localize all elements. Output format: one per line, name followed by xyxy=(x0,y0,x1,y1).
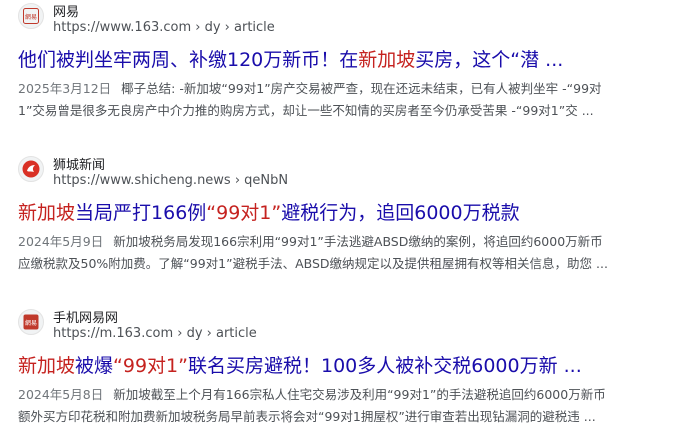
search-result: 網易 手机网易网 https://m.163.com › dy › articl… xyxy=(18,306,668,424)
title-segment: 买房，这个“潜 ... xyxy=(415,49,564,71)
site-name: 网易 xyxy=(53,5,80,20)
result-title-link[interactable]: 新加坡当局严打166例“99对1”避税行为，追回6000万税款 xyxy=(18,200,520,226)
title-segment: 联名买房避税！100多人被补交税6000万新 ... xyxy=(187,355,582,377)
site-url: https://www.shicheng.news › qeNbN xyxy=(53,173,289,188)
title-segment: 当局严打166例 xyxy=(75,202,207,224)
result-snippet: 2025年3月12日 椰子总结: -新加坡“99对1”房产交易被严查，现在还远未结… xyxy=(18,78,668,122)
title-segment: 他们被判坐牢两周、补缴120万新币！在 xyxy=(18,49,359,71)
result-date: 2025年3月12日 xyxy=(18,81,112,96)
result-source[interactable]: 網易 网易 https://www.163.com › dy › article xyxy=(18,0,668,40)
title-segment: 被爆 xyxy=(75,355,114,377)
result-title-link[interactable]: 新加坡被爆“99对1”联名买房避税！100多人被补交税6000万新 ... xyxy=(18,353,582,379)
svg-text:網易: 網易 xyxy=(25,13,37,21)
site-name: 狮城新闻 xyxy=(53,158,106,173)
snippet-line: 新加坡税务局发现166宗利用“99对1”手法逃避ABSD缴纳的案例，将追回约60… xyxy=(113,234,603,249)
snippet-line: 新加坡截至上个月有166宗私人住宅交易涉及利用“99对1”的手法避税追回约600… xyxy=(113,387,606,402)
search-result: 狮城新闻 https://www.shicheng.news › qeNbN 新… xyxy=(18,153,668,271)
title-segment: 避税行为，追回6000万税款 xyxy=(281,202,520,224)
svg-text:網易: 網易 xyxy=(25,319,37,327)
title-keyword: 新加坡 xyxy=(358,49,416,71)
title-keyword: “99对1” xyxy=(113,355,188,377)
search-result: 網易 网易 https://www.163.com › dy › article… xyxy=(18,0,668,118)
snippet-line: 应缴税款及50%附加费。了解“99对1”避税手法、ABSD缴纳规定以及提供租屋拥… xyxy=(18,256,608,271)
title-keyword: 新加坡 xyxy=(18,355,76,377)
result-snippet: 2024年5月9日 新加坡税务局发现166宗利用“99对1”手法逃避ABSD缴纳的… xyxy=(18,231,668,275)
netease-favicon-icon: 網易 xyxy=(18,3,44,29)
title-keyword: 新加坡 xyxy=(18,202,76,224)
title-keyword: “99对1” xyxy=(206,202,282,224)
snippet-line: 椰子总结: -新加坡“99对1”房产交易被严查，现在还远未结束，已有人被判坐牢 … xyxy=(121,81,602,96)
site-name: 手机网易网 xyxy=(53,311,119,326)
site-url: https://m.163.com › dy › article xyxy=(53,326,257,341)
result-source[interactable]: 網易 手机网易网 https://m.163.com › dy › articl… xyxy=(18,306,668,346)
shicheng-favicon-icon xyxy=(18,156,44,182)
snippet-line: 1”交易曾是很多无良房产中介力推的购房方式，却让一些不知情的买房者至今仍承受苦果… xyxy=(18,103,594,118)
result-source[interactable]: 狮城新闻 https://www.shicheng.news › qeNbN xyxy=(18,153,668,193)
snippet-line: 额外买方印花税和附加费新加坡税务局早前表示将会对“99对1拥屋权”进行审查若出现… xyxy=(18,409,596,424)
result-date: 2024年5月9日 xyxy=(18,234,104,249)
result-snippet: 2024年5月8日 新加坡截至上个月有166宗私人住宅交易涉及利用“99对1”的手… xyxy=(18,384,668,428)
netease-favicon-icon: 網易 xyxy=(18,309,44,335)
site-url: https://www.163.com › dy › article xyxy=(53,20,275,35)
result-date: 2024年5月8日 xyxy=(18,387,104,402)
result-title-link[interactable]: 他们被判坐牢两周、补缴120万新币！在新加坡买房，这个“潜 ... xyxy=(18,47,563,73)
